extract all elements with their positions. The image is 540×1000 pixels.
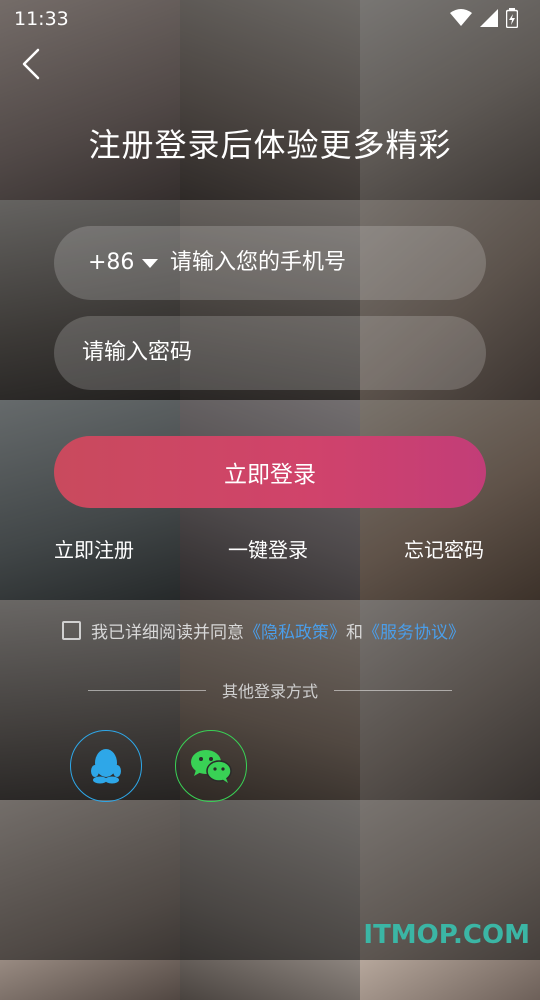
battery-icon [506, 8, 518, 28]
other-login-label: 其他登录方式 [222, 682, 319, 701]
wifi-icon [450, 9, 472, 26]
chevron-down-icon [142, 258, 159, 268]
divider-right [334, 689, 453, 691]
forgot-password-link[interactable]: 忘记密码 [404, 534, 484, 563]
watermark: ITMOP.COM [363, 920, 530, 950]
back-arrow-icon[interactable] [20, 46, 50, 82]
signal-icon [480, 9, 498, 27]
agreement-and: 和 [346, 623, 363, 643]
register-link[interactable]: 立即注册 [54, 534, 134, 563]
one-click-login-link[interactable]: 一键登录 [228, 534, 308, 563]
phone-placeholder[interactable]: 请输入您的手机号 [170, 226, 346, 300]
status-bar: 11:33 [0, 0, 540, 36]
phone-field[interactable]: +86 请输入您的手机号 [54, 226, 486, 300]
agreement-checkbox[interactable] [62, 621, 81, 640]
login-button[interactable]: 立即登录 [54, 436, 486, 508]
qq-login-button[interactable] [70, 730, 142, 802]
country-code: +86 [88, 250, 135, 275]
password-placeholder[interactable]: 请输入密码 [82, 316, 192, 390]
wechat-icon [191, 750, 232, 783]
service-agreement-link[interactable]: 《服务协议》 [363, 618, 465, 643]
agreement-text: 我已详细阅读并同意 [91, 623, 244, 643]
agreement-row: 我已详细阅读并同意 《隐私政策》 和 《服务协议》 [62, 618, 465, 643]
qq-icon [91, 749, 121, 784]
other-login-divider: 其他登录方式 [88, 678, 453, 702]
privacy-policy-link[interactable]: 《隐私政策》 [244, 618, 346, 643]
divider-left [88, 689, 206, 691]
page-title: 注册登录后体验更多精彩 [88, 126, 452, 164]
status-icons [450, 8, 518, 28]
country-code-selector[interactable]: +86 [88, 226, 159, 300]
password-field[interactable]: 请输入密码 [54, 316, 486, 390]
wechat-login-button[interactable] [175, 730, 247, 802]
status-time: 11:33 [14, 8, 69, 30]
